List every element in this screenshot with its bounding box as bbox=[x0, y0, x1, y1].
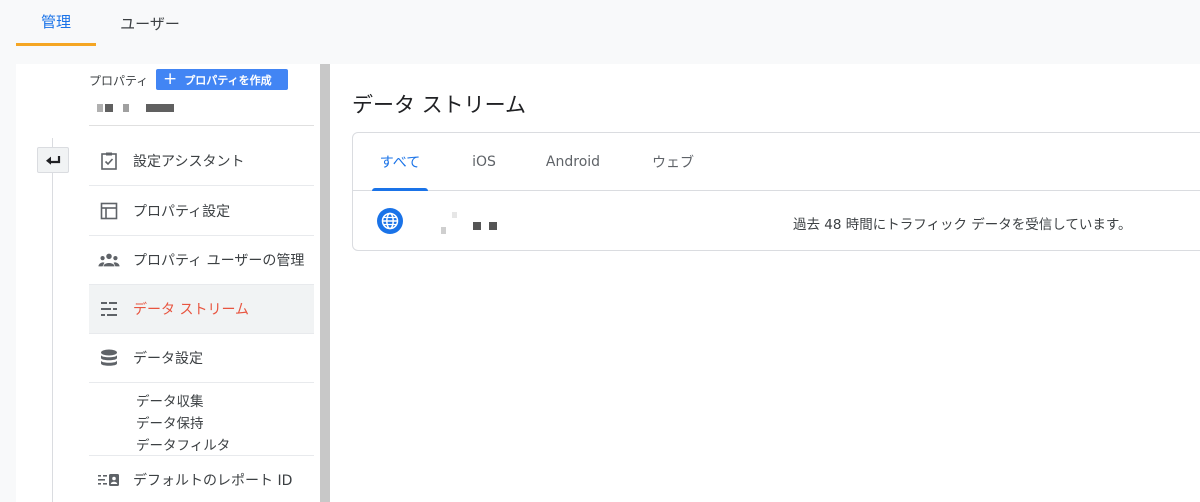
layout-icon bbox=[98, 200, 120, 222]
sub-item-data-retention[interactable]: データ保持 bbox=[136, 412, 204, 432]
nav-item-label: プロパティ設定 bbox=[133, 204, 231, 220]
nav-item-label: データ設定 bbox=[133, 351, 203, 367]
tab-admin[interactable]: 管理 bbox=[16, 0, 96, 46]
tab-users[interactable]: ユーザー bbox=[108, 0, 192, 46]
stream-row[interactable]: 過去 48 時間にトラフィック データを受信しています。 bbox=[353, 192, 1200, 251]
property-divider bbox=[89, 125, 314, 126]
nav-item-data-settings[interactable]: データ設定 bbox=[89, 334, 314, 383]
create-property-button[interactable]: + プロパティを作成 bbox=[156, 69, 288, 90]
redacted-stream-name bbox=[439, 212, 509, 240]
tab-ios[interactable]: iOS bbox=[457, 133, 511, 191]
top-tab-bar: 管理 ユーザー bbox=[0, 0, 1200, 46]
nav-rail-line bbox=[52, 138, 53, 502]
active-tab-indicator bbox=[372, 188, 428, 191]
sub-item-data-collection[interactable]: データ収集 bbox=[136, 390, 204, 410]
property-label: プロパティ bbox=[89, 74, 149, 88]
tab-all[interactable]: すべて bbox=[367, 133, 433, 191]
nav-item-setup-assistant[interactable]: 設定アシスタント bbox=[89, 137, 314, 186]
create-property-label: プロパティを作成 bbox=[184, 73, 272, 87]
nav-item-property-settings[interactable]: プロパティ設定 bbox=[89, 187, 314, 236]
tab-android[interactable]: Android bbox=[535, 133, 611, 191]
database-icon bbox=[98, 347, 120, 369]
report-id-icon bbox=[98, 469, 120, 491]
clipboard-check-icon bbox=[98, 150, 120, 172]
back-button[interactable] bbox=[37, 147, 69, 173]
page-title: データ ストリーム bbox=[352, 93, 527, 117]
data-stream-icon bbox=[98, 298, 120, 320]
stream-tab-bar: すべて iOS Android ウェブ bbox=[353, 133, 1200, 191]
people-icon bbox=[98, 249, 120, 271]
back-arrow-icon bbox=[46, 156, 61, 165]
sub-item-data-filters[interactable]: データフィルタ bbox=[136, 434, 230, 454]
nav-item-label: デフォルトのレポート ID bbox=[133, 473, 293, 489]
nav-item-default-report-id[interactable]: デフォルトのレポート ID bbox=[89, 455, 314, 502]
globe-icon bbox=[377, 208, 403, 234]
plus-icon: + bbox=[163, 69, 178, 89]
nav-item-data-streams[interactable]: データ ストリーム bbox=[89, 285, 314, 334]
nav-item-property-user-management[interactable]: プロパティ ユーザーの管理 bbox=[89, 236, 314, 285]
tab-web[interactable]: ウェブ bbox=[637, 133, 709, 191]
nav-item-label: データ ストリーム bbox=[133, 302, 250, 318]
nav-item-label: プロパティ ユーザーの管理 bbox=[133, 253, 305, 269]
stream-card: すべて iOS Android ウェブ 過去 48 時間にトラフィック データを… bbox=[352, 132, 1200, 251]
nav-item-label: 設定アシスタント bbox=[133, 154, 245, 170]
nav-scrollbar[interactable] bbox=[320, 64, 330, 502]
stream-status-text: 過去 48 時間にトラフィック データを受信しています。 bbox=[793, 217, 1132, 233]
